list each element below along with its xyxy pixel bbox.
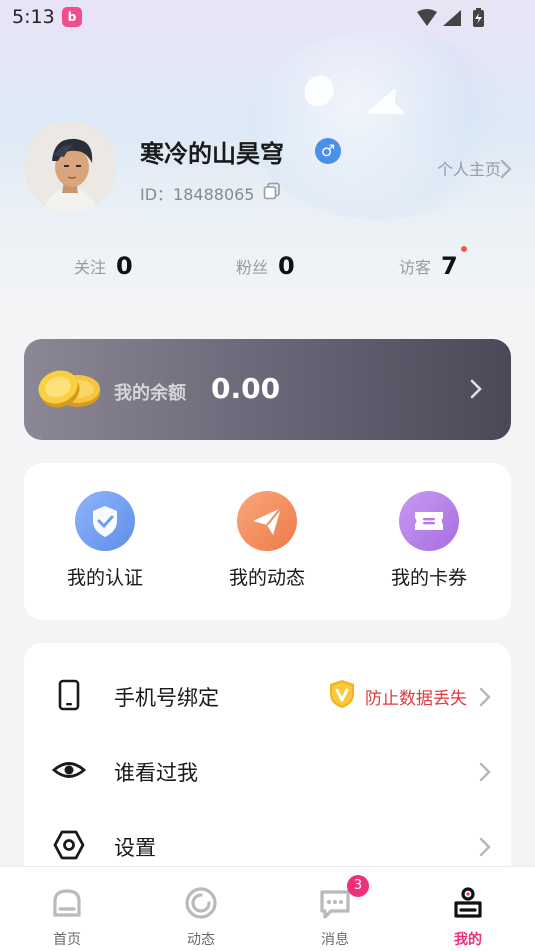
ticket-icon bbox=[399, 491, 459, 551]
stat-label: 关注 bbox=[74, 258, 107, 277]
stat-label: 粉丝 bbox=[236, 258, 269, 277]
menu-item-label: 设置 bbox=[114, 836, 156, 860]
menu-item-phone-binding[interactable]: 手机号绑定 防止数据丢失 bbox=[24, 666, 511, 726]
balance-card[interactable]: 我的余额 0.00 bbox=[24, 339, 511, 440]
new-visitor-dot bbox=[461, 246, 467, 252]
stat-value: 0 bbox=[278, 252, 295, 280]
nav-label: 我的 bbox=[454, 932, 482, 948]
chevron-right-icon[interactable] bbox=[499, 158, 513, 180]
moments-icon bbox=[185, 887, 217, 919]
bottom-nav: 首页 动态 3 消息 我的 bbox=[0, 866, 535, 951]
nav-label: 消息 bbox=[321, 932, 349, 948]
stat-value: 7 bbox=[441, 252, 458, 280]
chevron-right-icon[interactable] bbox=[469, 377, 483, 401]
copy-icon[interactable] bbox=[263, 182, 281, 200]
nav-item-me[interactable]: 我的 bbox=[401, 867, 535, 951]
balance-label: 我的余额 bbox=[114, 383, 186, 404]
signal-icon bbox=[443, 10, 461, 26]
paper-plane-icon bbox=[237, 491, 297, 551]
shield-check-icon bbox=[75, 491, 135, 551]
settings-hexagon-icon bbox=[53, 830, 85, 860]
balance-value: 0.00 bbox=[211, 372, 281, 405]
unread-badge: 3 bbox=[347, 875, 369, 897]
eye-icon bbox=[52, 762, 86, 778]
stat-fans[interactable]: 粉丝 0 bbox=[236, 252, 295, 282]
username: 寒冷的山昊穹 bbox=[140, 140, 284, 168]
b-app-icon: b bbox=[62, 7, 82, 27]
menu-item-label: 谁看过我 bbox=[114, 761, 198, 785]
male-gender-icon: ♂ bbox=[315, 138, 341, 164]
chevron-right-icon bbox=[479, 837, 491, 857]
avatar[interactable] bbox=[24, 121, 116, 213]
quick-action-label: 我的动态 bbox=[228, 567, 305, 589]
nav-label: 动态 bbox=[187, 932, 215, 948]
homepage-link[interactable]: 个人主页 bbox=[437, 156, 501, 180]
quick-action-moments[interactable]: 我的动态 bbox=[197, 491, 337, 590]
quick-action-label: 我的卡券 bbox=[390, 567, 467, 589]
nav-item-home[interactable]: 首页 bbox=[0, 867, 134, 951]
quick-action-coupons[interactable]: 我的卡券 bbox=[359, 491, 499, 590]
chevron-right-icon bbox=[479, 687, 491, 707]
avatar-illustration bbox=[24, 121, 116, 213]
menu-item-label: 手机号绑定 bbox=[114, 686, 219, 710]
profile-screen: 5:13 b 寒冷的山昊穹 ♂ ID：18488065 个人主页 关注 0 粉丝… bbox=[0, 0, 535, 951]
wifi-icon bbox=[417, 9, 437, 26]
status-time: 5:13 bbox=[12, 6, 55, 28]
status-icons bbox=[417, 8, 484, 27]
quick-action-label: 我的认证 bbox=[66, 567, 143, 589]
cloud-decoration bbox=[250, 30, 510, 220]
stat-value: 0 bbox=[116, 252, 133, 280]
nav-item-moments[interactable]: 动态 bbox=[134, 867, 268, 951]
chevron-right-icon bbox=[479, 762, 491, 782]
nav-item-messages[interactable]: 3 消息 bbox=[268, 867, 402, 951]
stat-label: 访客 bbox=[399, 258, 432, 277]
menu-item-hint: 防止数据丢失 bbox=[365, 689, 467, 709]
phone-icon bbox=[58, 679, 80, 711]
gold-coins-icon bbox=[38, 370, 100, 408]
stat-following[interactable]: 关注 0 bbox=[74, 252, 133, 282]
vip-shield-icon bbox=[330, 680, 354, 708]
home-icon bbox=[53, 889, 81, 917]
user-id: ID：18488065 bbox=[140, 185, 255, 204]
status-bar: 5:13 b bbox=[0, 0, 535, 36]
stat-visitors[interactable]: 访客 7 bbox=[399, 252, 458, 282]
quick-action-verification[interactable]: 我的认证 bbox=[35, 491, 175, 590]
quick-actions-card: 我的认证 我的动态 我的卡券 bbox=[24, 463, 511, 620]
menu-item-who-viewed-me[interactable]: 谁看过我 bbox=[24, 741, 511, 801]
nav-label: 首页 bbox=[53, 932, 81, 948]
profile-icon bbox=[454, 887, 482, 918]
